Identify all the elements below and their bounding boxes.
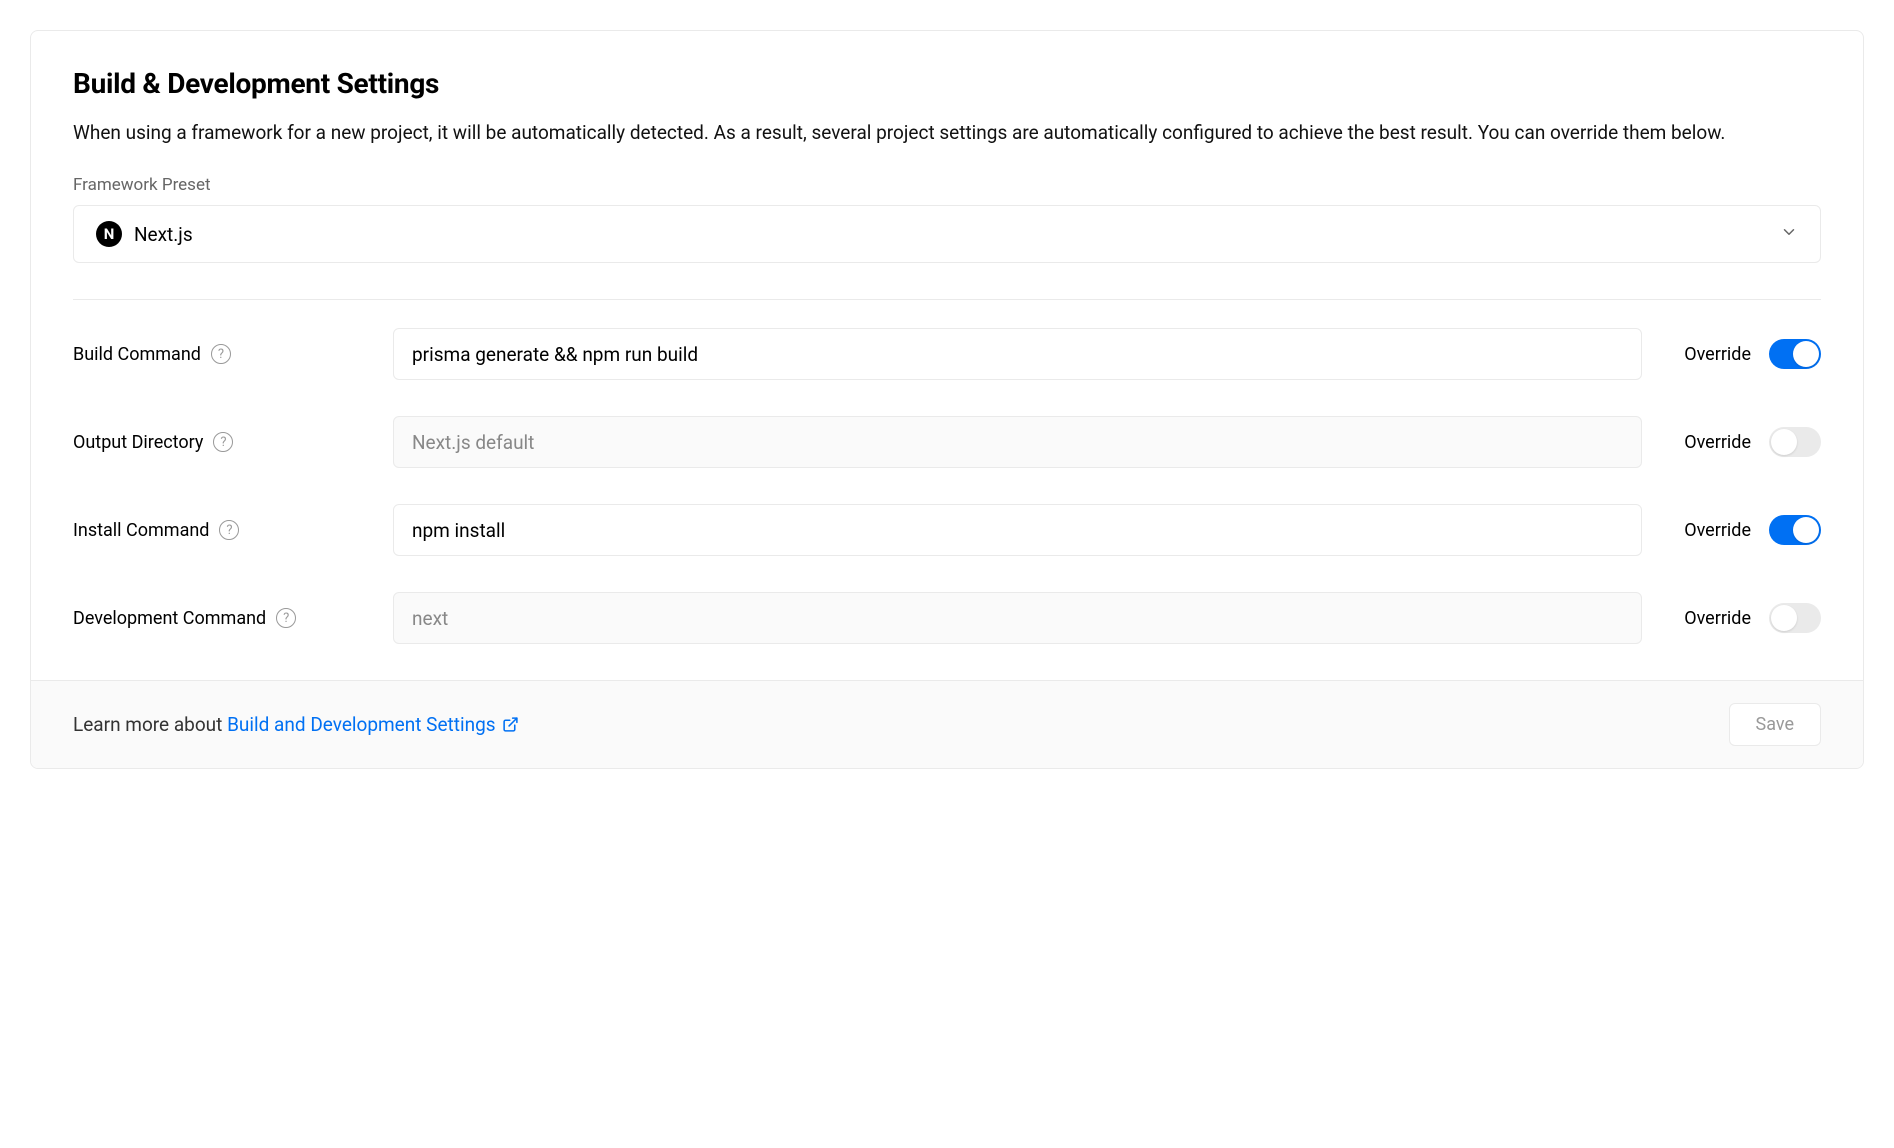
framework-preset-label: Framework Preset bbox=[73, 175, 1821, 195]
framework-name: Next.js bbox=[134, 223, 193, 246]
development-command-label-wrap: Development Command ? bbox=[73, 608, 393, 629]
output-directory-label-wrap: Output Directory ? bbox=[73, 432, 393, 453]
output-directory-override: Override bbox=[1684, 427, 1821, 457]
install-command-input[interactable] bbox=[393, 504, 1642, 556]
output-directory-label: Output Directory bbox=[73, 432, 203, 453]
help-icon[interactable]: ? bbox=[211, 344, 231, 364]
install-command-override-toggle[interactable] bbox=[1769, 515, 1821, 545]
nextjs-icon: N bbox=[96, 221, 122, 247]
card-description: When using a framework for a new project… bbox=[73, 118, 1821, 147]
toggle-knob bbox=[1793, 341, 1819, 367]
framework-preset-value: N Next.js bbox=[96, 221, 193, 247]
build-command-label-wrap: Build Command ? bbox=[73, 344, 393, 365]
help-icon[interactable]: ? bbox=[219, 520, 239, 540]
override-label: Override bbox=[1684, 344, 1751, 365]
help-icon[interactable]: ? bbox=[213, 432, 233, 452]
override-label: Override bbox=[1684, 608, 1751, 629]
install-command-row: Install Command ? Override bbox=[73, 504, 1821, 556]
toggle-knob bbox=[1793, 517, 1819, 543]
output-directory-input bbox=[393, 416, 1642, 468]
development-command-row: Development Command ? Override bbox=[73, 592, 1821, 644]
output-directory-row: Output Directory ? Override bbox=[73, 416, 1821, 468]
divider bbox=[73, 299, 1821, 300]
override-label: Override bbox=[1684, 520, 1751, 541]
output-directory-override-toggle[interactable] bbox=[1769, 427, 1821, 457]
toggle-knob bbox=[1771, 429, 1797, 455]
development-command-override: Override bbox=[1684, 603, 1821, 633]
footer-text-prefix: Learn more about bbox=[73, 713, 227, 736]
build-command-override: Override bbox=[1684, 339, 1821, 369]
development-command-override-toggle[interactable] bbox=[1769, 603, 1821, 633]
build-settings-card: Build & Development Settings When using … bbox=[30, 30, 1864, 769]
build-command-row: Build Command ? Override bbox=[73, 328, 1821, 380]
build-settings-docs-link[interactable]: Build and Development Settings bbox=[227, 713, 518, 736]
build-command-override-toggle[interactable] bbox=[1769, 339, 1821, 369]
card-title: Build & Development Settings bbox=[73, 67, 1821, 100]
install-command-label: Install Command bbox=[73, 520, 209, 541]
framework-preset-select[interactable]: N Next.js bbox=[73, 205, 1821, 263]
footer-text: Learn more about Build and Development S… bbox=[73, 713, 519, 736]
save-button[interactable]: Save bbox=[1729, 703, 1822, 746]
install-command-label-wrap: Install Command ? bbox=[73, 520, 393, 541]
help-icon[interactable]: ? bbox=[276, 608, 296, 628]
build-command-input[interactable] bbox=[393, 328, 1642, 380]
external-link-icon bbox=[502, 716, 519, 733]
development-command-input bbox=[393, 592, 1642, 644]
development-command-label: Development Command bbox=[73, 608, 266, 629]
chevron-down-icon bbox=[1780, 223, 1798, 245]
build-command-label: Build Command bbox=[73, 344, 201, 365]
card-footer: Learn more about Build and Development S… bbox=[31, 680, 1863, 768]
card-body: Build & Development Settings When using … bbox=[31, 31, 1863, 680]
footer-link-text: Build and Development Settings bbox=[227, 713, 495, 736]
override-label: Override bbox=[1684, 432, 1751, 453]
install-command-override: Override bbox=[1684, 515, 1821, 545]
toggle-knob bbox=[1771, 605, 1797, 631]
